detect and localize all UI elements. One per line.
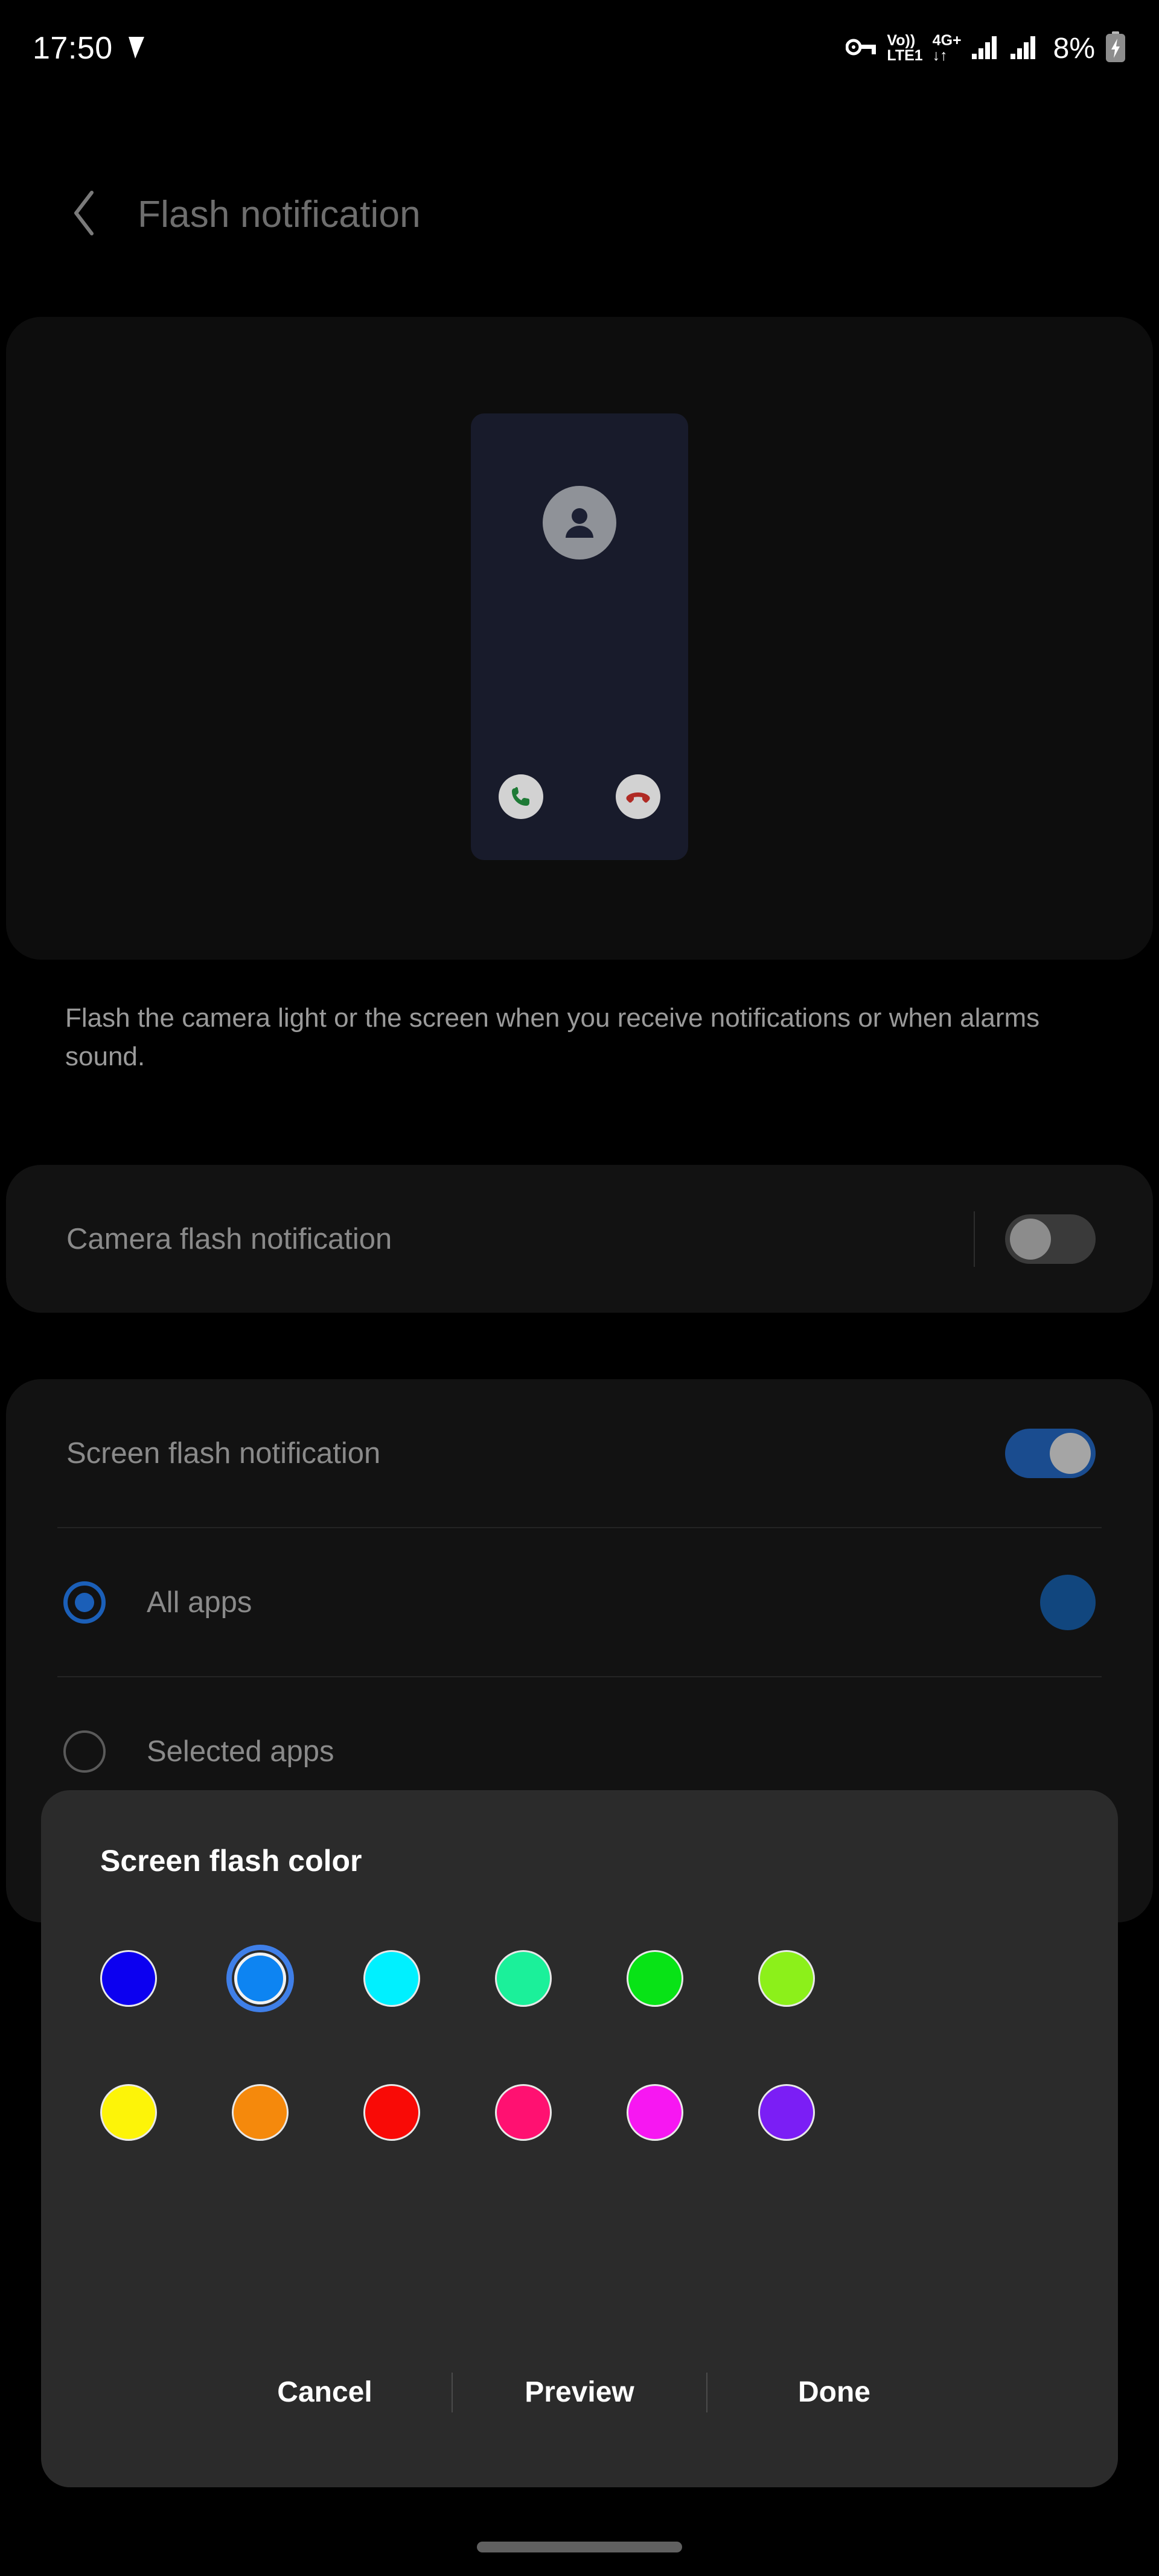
color-swatch-green[interactable]: [627, 1950, 683, 2007]
color-swatch-row: [100, 1950, 1066, 2007]
phone-mockup: [471, 413, 688, 860]
screen-flash-toggle[interactable]: [1005, 1428, 1096, 1478]
camera-flash-toggle[interactable]: [1005, 1214, 1096, 1264]
color-swatch-azure[interactable]: [232, 1950, 289, 2007]
color-swatch-spring-green[interactable]: [495, 1950, 552, 2007]
app-header: Flash notification: [0, 163, 1159, 266]
color-swatch-red[interactable]: [363, 2084, 420, 2141]
color-swatch-pink[interactable]: [495, 2084, 552, 2141]
dialog-title: Screen flash color: [100, 1844, 362, 1878]
status-bar-right: Vo)) LTE1 4G+ ↓↑ 8%: [845, 31, 1126, 66]
phone-decline-icon: [616, 774, 660, 819]
phone-answer-icon: [499, 774, 543, 819]
status-clock: 17:50: [33, 31, 113, 66]
color-swatch-row: [100, 2084, 1066, 2141]
screen-flash-row[interactable]: Screen flash notification: [6, 1379, 1153, 1527]
back-button[interactable]: [60, 190, 109, 238]
toggle-divider: [974, 1211, 975, 1267]
color-swatch-magenta[interactable]: [627, 2084, 683, 2141]
color-swatch-yellow[interactable]: [100, 2084, 157, 2141]
toggle-knob: [1010, 1218, 1051, 1260]
volte-indicator: Vo)) LTE1: [887, 33, 922, 63]
done-button[interactable]: Done: [707, 2365, 961, 2420]
battery-charging-icon: [1105, 31, 1126, 66]
camera-flash-row[interactable]: Camera flash notification: [6, 1165, 1153, 1313]
all-apps-label: All apps: [147, 1586, 252, 1619]
status-bar-left: 17:50: [33, 30, 147, 66]
selected-apps-radio[interactable]: [63, 1730, 106, 1773]
page-title: Flash notification: [138, 193, 421, 235]
color-swatch-lime[interactable]: [758, 1950, 815, 2007]
flash-preview-card: [6, 317, 1153, 960]
color-swatch-grid: [100, 1950, 1066, 2141]
all-apps-color-swatch[interactable]: [1040, 1574, 1096, 1630]
screen-flash-label: Screen flash notification: [66, 1436, 381, 1470]
dialog-actions: Cancel Preview Done: [41, 2365, 1118, 2420]
camera-flash-label: Camera flash notification: [66, 1222, 392, 1255]
color-swatch-cyan[interactable]: [363, 1950, 420, 2007]
status-bar: 17:50 Vo)) LTE1 4G+ ↓↑ 8%: [0, 0, 1159, 97]
home-gesture-bar[interactable]: [477, 2542, 682, 2552]
screen-flash-color-dialog: Screen flash color Cancel Preview Done: [41, 1790, 1118, 2487]
toggle-knob: [1050, 1432, 1091, 1474]
signal-bars-icon: [971, 35, 1000, 62]
color-swatch-violet[interactable]: [758, 2084, 815, 2141]
mock-call-actions: [471, 774, 688, 819]
data-transfer-arrows-icon: ↓↑: [932, 47, 948, 64]
selected-apps-label: Selected apps: [147, 1735, 334, 1768]
all-apps-radio[interactable]: [63, 1581, 106, 1624]
cancel-button[interactable]: Cancel: [198, 2365, 452, 2420]
volte-line-1: Vo)): [887, 32, 916, 49]
vpn-key-icon: [845, 37, 877, 60]
preview-button[interactable]: Preview: [453, 2365, 706, 2420]
color-swatch-blue[interactable]: [100, 1950, 157, 2007]
settings-description: Flash the camera light or the screen whe…: [65, 1003, 1040, 1071]
network-type-indicator: 4G+ ↓↑: [933, 33, 962, 63]
all-apps-row[interactable]: All apps: [6, 1528, 1153, 1676]
chevron-left-icon: [70, 189, 99, 240]
battery-percent-label: 8%: [1053, 32, 1095, 65]
camera-flash-card: Camera flash notification: [6, 1165, 1153, 1313]
signal-bars-icon: [1010, 35, 1039, 62]
location-arrow-icon: [126, 34, 147, 63]
color-swatch-orange[interactable]: [232, 2084, 289, 2141]
person-avatar-icon: [543, 486, 616, 560]
volte-line-2: LTE1: [887, 47, 923, 64]
network-type-label: 4G+: [932, 32, 962, 49]
